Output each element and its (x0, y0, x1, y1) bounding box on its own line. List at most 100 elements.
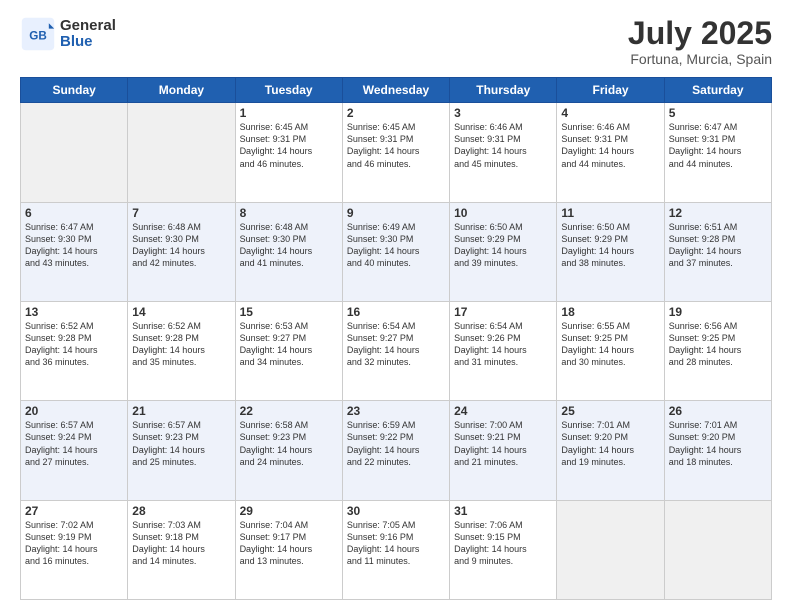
day-number: 21 (132, 404, 230, 418)
day-number: 31 (454, 504, 552, 518)
day-info: Sunrise: 6:54 AM Sunset: 9:27 PM Dayligh… (347, 320, 445, 369)
table-row: 25Sunrise: 7:01 AM Sunset: 9:20 PM Dayli… (557, 401, 664, 500)
table-row: 21Sunrise: 6:57 AM Sunset: 9:23 PM Dayli… (128, 401, 235, 500)
table-row (557, 500, 664, 599)
table-row: 20Sunrise: 6:57 AM Sunset: 9:24 PM Dayli… (21, 401, 128, 500)
day-number: 19 (669, 305, 767, 319)
day-number: 25 (561, 404, 659, 418)
table-row: 16Sunrise: 6:54 AM Sunset: 9:27 PM Dayli… (342, 301, 449, 400)
logo-text: General Blue (60, 18, 116, 51)
table-row (664, 500, 771, 599)
day-number: 6 (25, 206, 123, 220)
day-info: Sunrise: 6:46 AM Sunset: 9:31 PM Dayligh… (454, 121, 552, 170)
day-info: Sunrise: 6:48 AM Sunset: 9:30 PM Dayligh… (132, 221, 230, 270)
day-info: Sunrise: 6:53 AM Sunset: 9:27 PM Dayligh… (240, 320, 338, 369)
header-thursday: Thursday (450, 78, 557, 103)
day-number: 4 (561, 106, 659, 120)
calendar-week-row: 6Sunrise: 6:47 AM Sunset: 9:30 PM Daylig… (21, 202, 772, 301)
day-info: Sunrise: 7:00 AM Sunset: 9:21 PM Dayligh… (454, 419, 552, 468)
day-info: Sunrise: 6:52 AM Sunset: 9:28 PM Dayligh… (25, 320, 123, 369)
table-row: 8Sunrise: 6:48 AM Sunset: 9:30 PM Daylig… (235, 202, 342, 301)
table-row: 5Sunrise: 6:47 AM Sunset: 9:31 PM Daylig… (664, 103, 771, 202)
header-saturday: Saturday (664, 78, 771, 103)
svg-text:GB: GB (29, 29, 47, 42)
logo: GB General Blue (20, 16, 116, 52)
day-number: 30 (347, 504, 445, 518)
day-info: Sunrise: 6:52 AM Sunset: 9:28 PM Dayligh… (132, 320, 230, 369)
day-info: Sunrise: 6:48 AM Sunset: 9:30 PM Dayligh… (240, 221, 338, 270)
day-info: Sunrise: 6:45 AM Sunset: 9:31 PM Dayligh… (347, 121, 445, 170)
day-info: Sunrise: 6:47 AM Sunset: 9:31 PM Dayligh… (669, 121, 767, 170)
calendar-table: Sunday Monday Tuesday Wednesday Thursday… (20, 77, 772, 600)
table-row: 2Sunrise: 6:45 AM Sunset: 9:31 PM Daylig… (342, 103, 449, 202)
day-number: 14 (132, 305, 230, 319)
day-number: 13 (25, 305, 123, 319)
table-row: 7Sunrise: 6:48 AM Sunset: 9:30 PM Daylig… (128, 202, 235, 301)
calendar-week-row: 27Sunrise: 7:02 AM Sunset: 9:19 PM Dayli… (21, 500, 772, 599)
day-info: Sunrise: 7:03 AM Sunset: 9:18 PM Dayligh… (132, 519, 230, 568)
day-number: 15 (240, 305, 338, 319)
day-info: Sunrise: 7:01 AM Sunset: 9:20 PM Dayligh… (669, 419, 767, 468)
day-number: 17 (454, 305, 552, 319)
day-info: Sunrise: 6:50 AM Sunset: 9:29 PM Dayligh… (454, 221, 552, 270)
day-number: 23 (347, 404, 445, 418)
day-number: 24 (454, 404, 552, 418)
day-number: 26 (669, 404, 767, 418)
day-info: Sunrise: 7:04 AM Sunset: 9:17 PM Dayligh… (240, 519, 338, 568)
table-row: 28Sunrise: 7:03 AM Sunset: 9:18 PM Dayli… (128, 500, 235, 599)
calendar-week-row: 20Sunrise: 6:57 AM Sunset: 9:24 PM Dayli… (21, 401, 772, 500)
day-number: 29 (240, 504, 338, 518)
table-row: 22Sunrise: 6:58 AM Sunset: 9:23 PM Dayli… (235, 401, 342, 500)
day-number: 18 (561, 305, 659, 319)
calendar-week-row: 1Sunrise: 6:45 AM Sunset: 9:31 PM Daylig… (21, 103, 772, 202)
table-row: 11Sunrise: 6:50 AM Sunset: 9:29 PM Dayli… (557, 202, 664, 301)
day-info: Sunrise: 6:58 AM Sunset: 9:23 PM Dayligh… (240, 419, 338, 468)
day-info: Sunrise: 7:02 AM Sunset: 9:19 PM Dayligh… (25, 519, 123, 568)
day-number: 11 (561, 206, 659, 220)
header-sunday: Sunday (21, 78, 128, 103)
table-row: 23Sunrise: 6:59 AM Sunset: 9:22 PM Dayli… (342, 401, 449, 500)
day-info: Sunrise: 6:50 AM Sunset: 9:29 PM Dayligh… (561, 221, 659, 270)
table-row: 30Sunrise: 7:05 AM Sunset: 9:16 PM Dayli… (342, 500, 449, 599)
day-number: 22 (240, 404, 338, 418)
day-info: Sunrise: 7:01 AM Sunset: 9:20 PM Dayligh… (561, 419, 659, 468)
day-info: Sunrise: 7:05 AM Sunset: 9:16 PM Dayligh… (347, 519, 445, 568)
day-info: Sunrise: 6:46 AM Sunset: 9:31 PM Dayligh… (561, 121, 659, 170)
day-info: Sunrise: 6:47 AM Sunset: 9:30 PM Dayligh… (25, 221, 123, 270)
day-info: Sunrise: 6:49 AM Sunset: 9:30 PM Dayligh… (347, 221, 445, 270)
table-row: 9Sunrise: 6:49 AM Sunset: 9:30 PM Daylig… (342, 202, 449, 301)
table-row (128, 103, 235, 202)
table-row: 17Sunrise: 6:54 AM Sunset: 9:26 PM Dayli… (450, 301, 557, 400)
table-row: 27Sunrise: 7:02 AM Sunset: 9:19 PM Dayli… (21, 500, 128, 599)
logo-blue-text: Blue (60, 34, 116, 51)
day-number: 8 (240, 206, 338, 220)
day-number: 5 (669, 106, 767, 120)
day-info: Sunrise: 6:51 AM Sunset: 9:28 PM Dayligh… (669, 221, 767, 270)
day-number: 9 (347, 206, 445, 220)
table-row: 15Sunrise: 6:53 AM Sunset: 9:27 PM Dayli… (235, 301, 342, 400)
table-row: 1Sunrise: 6:45 AM Sunset: 9:31 PM Daylig… (235, 103, 342, 202)
header-wednesday: Wednesday (342, 78, 449, 103)
day-info: Sunrise: 6:56 AM Sunset: 9:25 PM Dayligh… (669, 320, 767, 369)
table-row: 29Sunrise: 7:04 AM Sunset: 9:17 PM Dayli… (235, 500, 342, 599)
calendar-week-row: 13Sunrise: 6:52 AM Sunset: 9:28 PM Dayli… (21, 301, 772, 400)
day-number: 3 (454, 106, 552, 120)
day-number: 7 (132, 206, 230, 220)
day-number: 1 (240, 106, 338, 120)
calendar-location: Fortuna, Murcia, Spain (628, 51, 772, 67)
table-row: 18Sunrise: 6:55 AM Sunset: 9:25 PM Dayli… (557, 301, 664, 400)
day-number: 27 (25, 504, 123, 518)
header-tuesday: Tuesday (235, 78, 342, 103)
table-row (21, 103, 128, 202)
day-info: Sunrise: 6:59 AM Sunset: 9:22 PM Dayligh… (347, 419, 445, 468)
logo-icon: GB (20, 16, 56, 52)
table-row: 3Sunrise: 6:46 AM Sunset: 9:31 PM Daylig… (450, 103, 557, 202)
day-number: 20 (25, 404, 123, 418)
table-row: 24Sunrise: 7:00 AM Sunset: 9:21 PM Dayli… (450, 401, 557, 500)
weekday-header-row: Sunday Monday Tuesday Wednesday Thursday… (21, 78, 772, 103)
title-block: July 2025 Fortuna, Murcia, Spain (628, 16, 772, 67)
day-info: Sunrise: 6:45 AM Sunset: 9:31 PM Dayligh… (240, 121, 338, 170)
table-row: 4Sunrise: 6:46 AM Sunset: 9:31 PM Daylig… (557, 103, 664, 202)
header-friday: Friday (557, 78, 664, 103)
table-row: 13Sunrise: 6:52 AM Sunset: 9:28 PM Dayli… (21, 301, 128, 400)
